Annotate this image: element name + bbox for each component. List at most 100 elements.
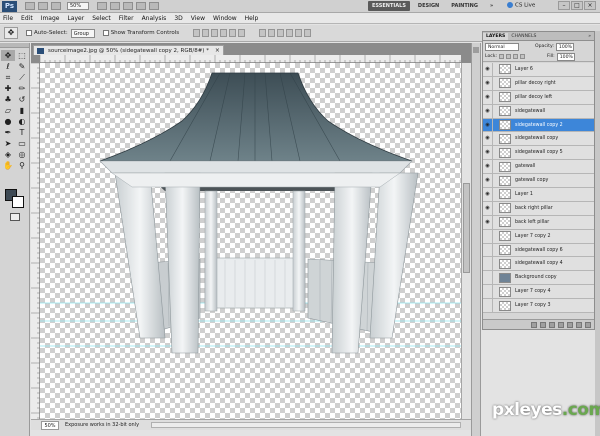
layer-visibility-eye-icon[interactable]: ◉ — [483, 104, 493, 118]
menu-layer[interactable]: Layer — [67, 15, 84, 22]
link-layers-icon[interactable] — [531, 321, 537, 328]
minimize-button[interactable]: – — [558, 1, 570, 10]
cs-live-button[interactable]: CS Live — [507, 2, 535, 9]
layer-visibility-eye-icon[interactable]: ◉ — [483, 201, 493, 215]
align-left-icon[interactable] — [220, 29, 228, 37]
eraser-tool-icon[interactable]: ▱ — [1, 105, 15, 116]
layer-row[interactable]: ◉ gatewall — [483, 160, 594, 175]
layer-visibility-eye-icon[interactable]: ◉ — [483, 187, 493, 201]
layer-row[interactable]: ◉ sidegatewall copy 5 — [483, 146, 594, 161]
view-extras-icon[interactable] — [51, 2, 61, 10]
tab-channels[interactable]: CHANNELS — [508, 33, 539, 40]
history-brush-tool-icon[interactable]: ↺ — [15, 94, 29, 105]
menu-file[interactable]: File — [3, 15, 13, 22]
zoom-tool-icon[interactable] — [110, 2, 120, 10]
blend-mode-select[interactable]: Normal — [485, 42, 519, 51]
layer-row[interactable]: ◉ sidegatewall — [483, 104, 594, 119]
distribute-center-icon[interactable] — [268, 29, 276, 37]
arrange-documents-icon[interactable] — [136, 2, 146, 10]
document-tab[interactable]: sourceimage2.jpg @ 50% (sidegatewall cop… — [33, 45, 224, 55]
lock-all-icon[interactable] — [520, 54, 526, 59]
menu-edit[interactable]: Edit — [21, 15, 33, 22]
workspace-more[interactable]: » — [486, 1, 497, 11]
shape-tool-icon[interactable]: ▭ — [15, 138, 29, 149]
layer-row[interactable]: ◉ back right pillar — [483, 201, 594, 216]
layer-row[interactable]: Layer 7 copy 2 — [483, 229, 594, 244]
eyedropper-tool-icon[interactable]: ⟋ — [15, 72, 29, 83]
workspace-design[interactable]: DESIGN — [414, 1, 443, 11]
vertical-scroll-thumb[interactable] — [463, 183, 470, 273]
launch-mini-bridge-icon[interactable] — [38, 2, 48, 10]
rotate-view-icon[interactable] — [123, 2, 133, 10]
layer-visibility-eye-icon[interactable] — [483, 271, 493, 285]
healing-brush-tool-icon[interactable]: ✚ — [1, 83, 15, 94]
lock-position-icon[interactable] — [513, 54, 519, 59]
gradient-tool-icon[interactable]: ▮ — [15, 105, 29, 116]
close-button[interactable]: × — [584, 1, 596, 10]
document-canvas[interactable] — [40, 63, 461, 419]
layer-row[interactable]: ◉ sidegatewall copy — [483, 132, 594, 147]
workspace-painting[interactable]: PAINTING — [447, 1, 482, 11]
maximize-button[interactable]: □ — [571, 1, 583, 10]
hand-tool-icon-side[interactable]: ✋ — [1, 160, 15, 171]
screen-mode-icon[interactable] — [149, 2, 159, 10]
path-selection-tool-icon[interactable]: ➤ — [1, 138, 15, 149]
background-color-swatch[interactable] — [12, 196, 24, 208]
brush-tool-icon[interactable]: ✏ — [15, 83, 29, 94]
opacity-input[interactable]: 100% — [555, 42, 574, 51]
menu-filter[interactable]: Filter — [119, 15, 134, 22]
layer-visibility-eye-icon[interactable]: ◉ — [483, 174, 493, 188]
quick-select-tool-icon[interactable]: ✎ — [15, 61, 29, 72]
delete-layer-icon[interactable] — [585, 321, 591, 328]
layer-row[interactable]: ◉ pillar decoy left — [483, 90, 594, 105]
layer-style-icon[interactable] — [540, 321, 546, 328]
layer-mask-icon[interactable] — [549, 321, 555, 328]
layer-row[interactable]: sidegatewall copy 4 — [483, 257, 594, 272]
vertical-ruler[interactable] — [31, 62, 40, 419]
layer-row[interactable]: Layer 7 copy 4 — [483, 285, 594, 300]
auto-select-checkbox[interactable] — [26, 30, 32, 36]
layer-visibility-eye-icon[interactable]: ◉ — [483, 90, 493, 104]
tab-layers[interactable]: LAYERS — [483, 33, 509, 40]
menu-select[interactable]: Select — [92, 15, 111, 22]
layer-visibility-eye-icon[interactable] — [483, 285, 493, 299]
panel-strip-grip-icon[interactable] — [473, 47, 479, 53]
move-tool-icon[interactable]: ✥ — [1, 50, 15, 61]
layer-visibility-eye-icon[interactable]: ◉ — [483, 76, 493, 90]
zoom-level-select[interactable]: 50% — [67, 2, 89, 10]
align-vertical-center-icon[interactable] — [202, 29, 210, 37]
layer-row[interactable]: ◉ pillar decoy right — [483, 76, 594, 91]
lock-transparent-icon[interactable] — [499, 54, 505, 59]
horizontal-ruler[interactable] — [39, 55, 461, 63]
lock-image-icon[interactable] — [506, 54, 512, 59]
crop-tool-icon[interactable]: ⌗ — [1, 72, 15, 83]
dodge-tool-icon[interactable]: ◐ — [15, 116, 29, 127]
adjustment-layer-icon[interactable] — [558, 321, 564, 328]
menu-view[interactable]: View — [191, 15, 205, 22]
layer-visibility-eye-icon[interactable]: ◉ — [483, 118, 493, 132]
new-layer-icon[interactable] — [576, 321, 582, 328]
pen-tool-icon[interactable]: ✒ — [1, 127, 15, 138]
clone-stamp-tool-icon[interactable]: ♣ — [1, 94, 15, 105]
3d-orbit-tool-icon[interactable]: ◎ — [15, 149, 29, 160]
layer-visibility-eye-icon[interactable]: ◉ — [483, 63, 493, 76]
distribute-top-icon[interactable] — [259, 29, 267, 37]
hand-tool-icon[interactable] — [97, 2, 107, 10]
move-tool-preset-icon[interactable]: ✥ — [4, 27, 18, 39]
menu-3d[interactable]: 3D — [174, 15, 182, 22]
new-group-icon[interactable] — [567, 321, 573, 328]
zoom-tool-icon-side[interactable]: ⚲ — [15, 160, 29, 171]
distribute-hcenter-icon[interactable] — [295, 29, 303, 37]
3d-rotate-tool-icon[interactable]: ◈ — [1, 149, 15, 160]
menu-analysis[interactable]: Analysis — [142, 15, 167, 22]
menu-image[interactable]: Image — [41, 15, 60, 22]
type-tool-icon[interactable]: T — [15, 127, 29, 138]
layer-row[interactable]: ◉ back left pillar — [483, 215, 594, 230]
lasso-tool-icon[interactable]: ℓ — [1, 61, 15, 72]
launch-bridge-icon[interactable] — [25, 2, 35, 10]
menu-window[interactable]: Window — [213, 15, 237, 22]
layer-row[interactable]: Background copy — [483, 271, 594, 286]
marquee-tool-icon[interactable]: ⬚ — [15, 50, 29, 61]
layer-visibility-eye-icon[interactable] — [483, 299, 493, 313]
layer-visibility-eye-icon[interactable]: ◉ — [483, 215, 493, 229]
